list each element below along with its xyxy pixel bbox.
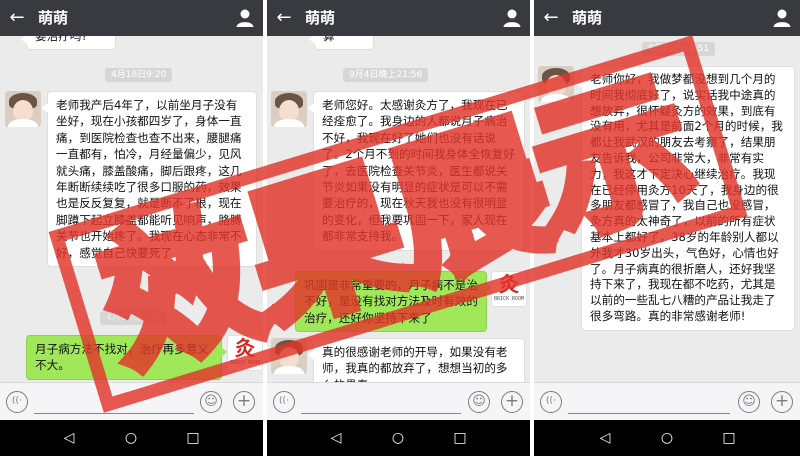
system-nav-bar: ◁ ○ □ — [267, 420, 530, 456]
avatar[interactable] — [538, 66, 574, 102]
back-arrow-icon[interactable]: ← — [6, 7, 28, 29]
input-bar: ((· ☺ + — [534, 382, 800, 420]
nav-back-icon[interactable]: ◁ — [327, 429, 345, 447]
title-bar: ← 萌萌 — [267, 0, 530, 36]
contact-name: 萌萌 — [572, 9, 603, 27]
message-input[interactable] — [301, 413, 461, 414]
timestamp: 4月18日9:32 — [100, 311, 168, 325]
voice-input-icon[interactable]: ((· — [540, 391, 562, 413]
message-bubble[interactable]: 真的很感谢老师的开导，如果没有老师，我真的都放弃了，想想当初的多么的愚蠢。 — [308, 338, 525, 382]
input-bar: ((· ☺ + — [267, 382, 530, 420]
message-bubble[interactable]: 老师你好，我做梦都没想到几个月的时间我彻底好了，说实话我中途真的想放弃，很怀疑灸… — [576, 66, 795, 331]
chat-screen-3: ← 萌萌 9月13日18:51 老师你好，我做梦都没想到几个月的时间我彻底好了，… — [534, 0, 800, 456]
back-arrow-icon[interactable]: ← — [540, 7, 562, 29]
logo-caption: BRICK ROOM — [229, 360, 261, 366]
avatar[interactable] — [5, 91, 41, 127]
message-input[interactable] — [34, 413, 194, 414]
nav-back-icon[interactable]: ◁ — [60, 429, 78, 447]
nav-recents-icon[interactable]: □ — [720, 429, 738, 447]
voice-input-icon[interactable]: ((· — [273, 391, 295, 413]
message-list[interactable]: 要治疗吗? 4月18日9:20 老师我产后4年了，以前坐月子没有坐好，现在小孩都… — [0, 36, 263, 382]
message-input[interactable] — [568, 413, 730, 414]
chat-screen-1: ← 萌萌 要治疗吗? 4月18日9:20 老师我产后4年了，以前坐月子没有坐好，… — [0, 0, 263, 456]
more-plus-icon[interactable]: + — [501, 391, 523, 413]
logo-glyph: 灸 — [235, 336, 255, 360]
message-bubble[interactable]: 巩固是非常重要的，月子病不是治不好，是没有找对方法及时有效的治疗，还好你坚持下来… — [295, 271, 492, 333]
contact-profile-icon[interactable] — [235, 8, 255, 28]
message-bubble[interactable]: 月子病方法不找对，治疗再多意义不大。 — [26, 335, 227, 380]
timestamp: 9月13日18:51 — [642, 42, 716, 56]
back-arrow-icon[interactable]: ← — [273, 7, 295, 29]
brand-logo[interactable]: 灸 BRICK ROOM — [227, 335, 263, 371]
nav-home-icon[interactable]: ○ — [658, 429, 676, 447]
more-plus-icon[interactable]: + — [233, 391, 255, 413]
voice-input-icon[interactable]: ((· — [6, 391, 28, 413]
emoji-icon[interactable]: ☺ — [200, 391, 222, 413]
chat-screen-2: ← 萌萌 算 9月4日晚上21:56 老师您好。太感谢灸方了，我现在已经痊愈了。… — [267, 0, 530, 456]
contact-profile-icon[interactable] — [772, 8, 792, 28]
system-nav-bar: ◁ ○ □ — [0, 420, 263, 456]
emoji-icon[interactable]: ☺ — [468, 391, 490, 413]
more-plus-icon[interactable]: + — [771, 391, 793, 413]
avatar[interactable] — [271, 91, 307, 127]
timestamp: 4月18日9:20 — [105, 68, 173, 82]
message-bubble[interactable]: 算 — [309, 36, 374, 51]
input-bar: ((· ☺ + — [0, 382, 263, 420]
brand-logo[interactable]: 灸 BRICK ROOM — [491, 271, 527, 307]
emoji-icon[interactable]: ☺ — [738, 391, 760, 413]
logo-glyph: 灸 — [499, 272, 519, 296]
nav-home-icon[interactable]: ○ — [122, 429, 140, 447]
message-bubble[interactable]: 要治疗吗? — [21, 36, 116, 51]
nav-recents-icon[interactable]: □ — [451, 429, 469, 447]
message-list[interactable]: 9月13日18:51 老师你好，我做梦都没想到几个月的时间我彻底好了，说实话我中… — [534, 36, 800, 382]
avatar[interactable] — [271, 338, 307, 374]
contact-profile-icon[interactable] — [502, 8, 522, 28]
message-bubble[interactable]: 老师您好。太感谢灸方了，我现在已经痊愈了。我身边的人都说月子病治不好，我现在好了… — [308, 91, 525, 251]
nav-home-icon[interactable]: ○ — [389, 429, 407, 447]
title-bar: ← 萌萌 — [0, 0, 263, 36]
nav-recents-icon[interactable]: □ — [184, 429, 202, 447]
contact-name: 萌萌 — [38, 9, 69, 27]
logo-caption: BRICK ROOM — [493, 296, 525, 302]
message-list[interactable]: 算 9月4日晚上21:56 老师您好。太感谢灸方了，我现在已经痊愈了。我身边的人… — [267, 36, 530, 382]
message-bubble[interactable]: 老师我产后4年了，以前坐月子没有坐好，现在小孩都四岁了，身体一直痛，到医院检查也… — [42, 91, 257, 268]
nav-back-icon[interactable]: ◁ — [596, 429, 614, 447]
title-bar: ← 萌萌 — [534, 0, 800, 36]
contact-name: 萌萌 — [305, 9, 336, 27]
timestamp: 9月4日晚上21:56 — [343, 68, 429, 82]
system-nav-bar: ◁ ○ □ — [534, 420, 800, 456]
